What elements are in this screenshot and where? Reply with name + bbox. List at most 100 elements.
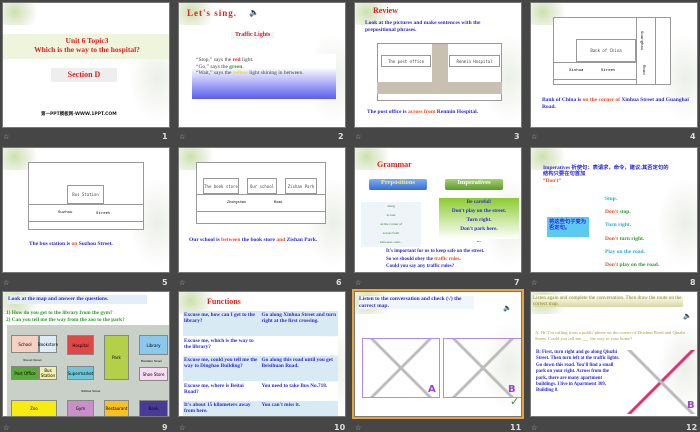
slide-thumbnail-4[interactable]: Bank of China Xinhua Street Guanghai Roa… [530, 2, 698, 128]
map-gym: Gym [67, 400, 94, 416]
preposition: and [276, 237, 286, 243]
map-restaurant: Restaurant [104, 400, 129, 416]
answer: You can't miss it. [261, 402, 301, 408]
slide-thumbnail-5[interactable]: Bus Station Suzhou Street The bus statio… [2, 147, 170, 273]
question: It's about 15 kilometers away from here. [184, 402, 251, 414]
slide-thumbnail-2[interactable]: Let's sing. 🔈 Traffic Lights “Stop,” say… [178, 2, 346, 128]
map-zoo: Zoo [11, 400, 57, 416]
transition-star-icon: ☆ [531, 279, 538, 287]
song-title: Traffic Lights [231, 32, 275, 40]
task-box: 将这些句子变为否定句。 [547, 217, 589, 237]
street-label: Xinhua [569, 69, 584, 73]
note-line: Could you say any traffic rules? [386, 264, 455, 269]
slide-thumbnail-6[interactable]: The book store Our school Zishan Park Zh… [178, 147, 346, 273]
answer: You need to take Bus No.718. [261, 383, 328, 389]
school-box: Our school [247, 178, 277, 194]
road-label: Road [641, 65, 645, 75]
question: Excuse me, where is Beitai Road? [184, 383, 244, 395]
sentence: Stop. [605, 196, 618, 202]
lyric-green: green [229, 63, 243, 70]
preposition-item: between...and... [380, 240, 402, 244]
road-vertical [636, 17, 656, 85]
instruction: Listen again and complete the conversati… [533, 295, 683, 308]
lyric: “Go,” says the [196, 63, 230, 70]
slide-thumbnail-12[interactable]: Listen again and complete the conversati… [530, 291, 698, 417]
prepositions-list: along across on the corner of across from be… [361, 202, 421, 247]
slide-number: 2 [338, 132, 344, 141]
slide-thumbnail-8[interactable]: Imperatives 祈使句：表请求，命令，建议;其否定句的结构只要在句首加 “… [530, 147, 698, 273]
note-line: It's important for us to keep safe on th… [386, 249, 485, 254]
note-text: It's important for us to keep safe on th… [386, 248, 484, 271]
slide-thumbnail-1[interactable]: Unit 6 Topic3 Which is the way to the ho… [2, 2, 170, 128]
transition-star-icon: ☆ [179, 279, 186, 287]
slide-number: 5 [162, 278, 168, 287]
function-row: Excuse me, which is the way to the libra… [183, 337, 338, 355]
speaker-icon[interactable]: 🔈 [249, 8, 259, 18]
preposition-item: across from [382, 231, 400, 235]
text: Suzhou Street. [77, 241, 113, 247]
slide-number: 6 [336, 278, 342, 287]
sentence-list: Stop. Don't stop. Turn right. Don't turn… [605, 193, 659, 272]
checkmark-icon: ✓ [510, 395, 520, 408]
road-horizontal [553, 62, 636, 80]
note-line: . [459, 256, 461, 262]
speaker-icon[interactable]: 🔈 [503, 304, 512, 312]
example-sentence: Bank of China is on the corner of Xinhua… [542, 97, 694, 110]
slide-title-bar: Unit 6 Topic3 Which is the way to the ho… [3, 34, 169, 59]
slide-thumbnail-3[interactable]: Review Look at the pictures and make sen… [354, 2, 522, 128]
slide-heading: Let's sing. [187, 8, 238, 18]
imperatives-button[interactable]: Imperatives [445, 179, 503, 190]
function-row: Excuse me, how can I get to the library?… [183, 311, 338, 336]
speaker-b-text: B: First, turn right and go along Qiuzhi… [536, 350, 620, 394]
sentence: play on the road. [619, 262, 660, 269]
lyrics-box: “Stop,” says the red light. “Go,” says t… [192, 54, 336, 99]
map-b-label: B [508, 384, 516, 395]
slide-thumbnail-10[interactable]: Functions Excuse me, how can I get to th… [178, 291, 346, 417]
slide-heading: Review [373, 6, 398, 15]
street-label: Street [601, 69, 616, 73]
map-bank: Bank [139, 400, 168, 416]
hospital-box: Renmin Hospital [449, 55, 500, 67]
road-label: Road [274, 201, 283, 205]
title-line-2: Which is the way to the hospital? [34, 45, 140, 54]
ellipsis: ... [477, 239, 481, 244]
speaker-icon[interactable]: 🔈 [683, 312, 692, 320]
transition-star-icon: ☆ [3, 133, 10, 141]
slide-number: 3 [514, 132, 520, 141]
transition-star-icon: ☆ [531, 133, 538, 141]
function-row: Excuse me, could you tell me the way to … [183, 356, 338, 381]
map-bookstore: Bookstore [38, 335, 58, 353]
imperative-item: Turn right. [466, 217, 492, 223]
slide-thumbnail-7[interactable]: Grammar Prepositions Imperatives along ac… [354, 147, 522, 273]
imperative-item: Be careful! [466, 199, 492, 205]
highlight: traffic rules [434, 256, 460, 262]
lyric: light shining in between. [247, 70, 304, 77]
text: Bank of China is [542, 97, 583, 103]
slide-thumbnail-9[interactable]: Look at the map and answer the questions… [2, 291, 170, 417]
text: The post office is [367, 109, 408, 115]
park-box: Zishan Park [285, 178, 317, 194]
lyric-yellow: yellow [232, 70, 248, 77]
map-school: School [11, 335, 39, 353]
slide-thumbnail-11[interactable]: Listen to the conversation and check (√)… [352, 289, 524, 419]
text: the book store [240, 237, 277, 243]
text: The bus station is [29, 241, 72, 247]
lyric: . [242, 63, 244, 70]
prepositions-button[interactable]: Prepositions [369, 179, 427, 190]
question-2: 2) Can you tell me the way from the zoo … [6, 317, 125, 323]
question-1: 1) How do you get to the library from th… [6, 310, 113, 316]
map-park: Park [104, 335, 129, 380]
example-sentence: The bus station is on Suzhou Street. [29, 241, 113, 248]
imperatives-list: Be careful! Don't play on the street. Turn… [439, 198, 519, 239]
transition-star-icon: ☆ [179, 133, 186, 141]
lyric-red: red [232, 57, 241, 63]
dont-label: “Don't” [543, 177, 561, 184]
dont: Don't [605, 235, 620, 242]
transition-star-icon: ☆ [355, 279, 362, 287]
instruction: Listen to the conversation and check (√)… [359, 296, 474, 310]
sentence: stop. [619, 209, 631, 216]
preposition: between [221, 237, 241, 243]
preposition: across from [407, 109, 436, 115]
slide-heading: Grammar [377, 160, 412, 169]
preposition: on the corner of [582, 97, 620, 103]
